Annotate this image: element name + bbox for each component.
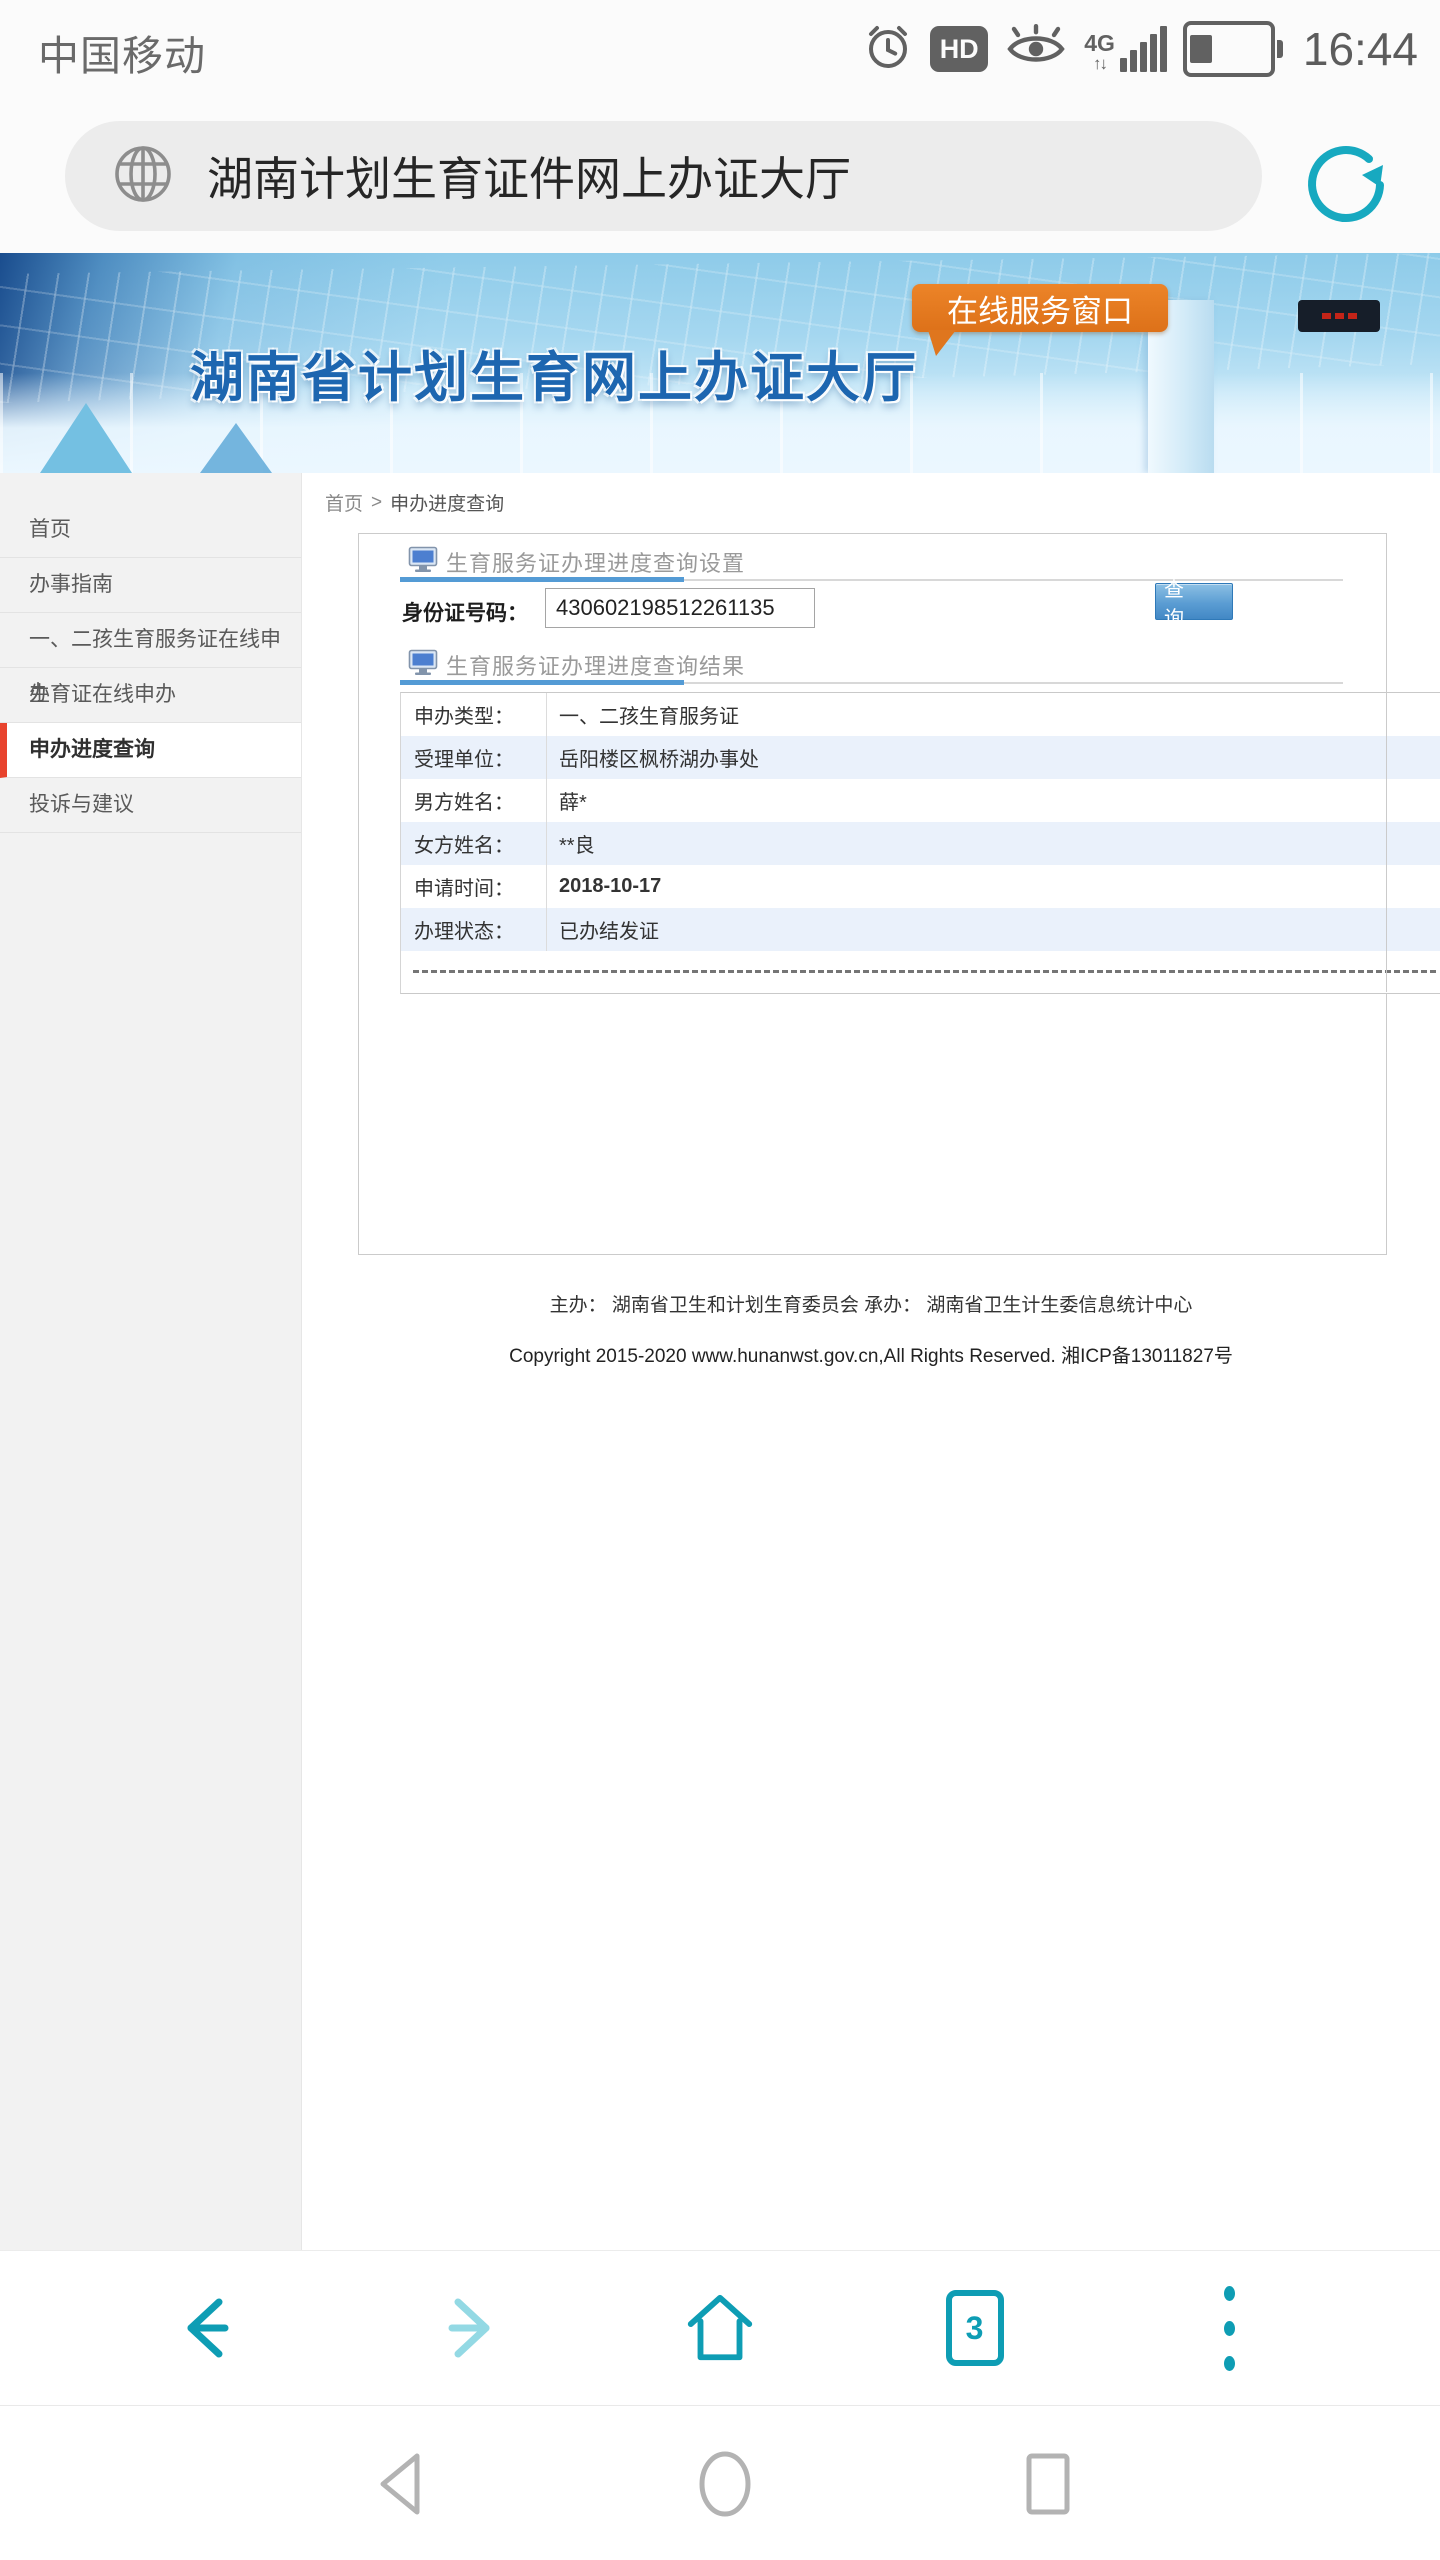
panel-right-edge	[1386, 692, 1387, 992]
row-value: 2018-10-17	[547, 875, 1440, 898]
query-results-header: 生育服务证办理进度查询结果	[408, 649, 745, 681]
browser-toolbar: 3	[0, 2250, 1440, 2405]
row-label: 申请时间：	[401, 865, 547, 908]
table-row: 申办类型： 一、二孩生育服务证	[401, 693, 1440, 736]
sidebar-item-complaints[interactable]: 投诉与建议	[0, 778, 301, 833]
banner-led-sign	[1298, 300, 1380, 332]
breadcrumb-current: 申办进度查询	[390, 489, 504, 516]
id-number-label: 身份证号码：	[402, 597, 528, 627]
row-label: 申办类型：	[401, 693, 547, 736]
query-results-title: 生育服务证办理进度查询结果	[446, 649, 745, 681]
monitor-icon	[408, 649, 438, 681]
row-value: 已办结发证	[547, 915, 1440, 944]
sidebar-item-guide[interactable]: 办事指南	[0, 558, 301, 613]
carrier-label: 中国移动	[38, 22, 206, 82]
banner-triangle	[200, 423, 272, 473]
url-text: 湖南计划生育证件网上办证大厅	[207, 143, 851, 209]
alarm-icon	[862, 21, 914, 78]
signal-icon: 4G ↑↓	[1084, 26, 1167, 72]
footer-organizer: 主办： 湖南省卫生和计划生育委员会 承办： 湖南省卫生计生委信息统计中心	[302, 1290, 1440, 1317]
nav-home-button[interactable]	[685, 2444, 765, 2524]
nav-back-button[interactable]	[363, 2444, 443, 2524]
footer-copyright: Copyright 2015-2020 www.hunanwst.gov.cn,…	[302, 1341, 1440, 1368]
sidebar-item-birth-cert-apply[interactable]: 生育证在线申办	[0, 668, 301, 723]
hd-icon: HD	[930, 26, 988, 72]
status-time: 16:44	[1303, 22, 1418, 76]
badge-tail	[928, 330, 956, 356]
menu-icon	[1224, 2286, 1235, 2371]
battery-icon	[1183, 21, 1283, 77]
row-label: 女方姓名：	[401, 822, 547, 865]
url-bar[interactable]: 湖南计划生育证件网上办证大厅	[65, 121, 1262, 231]
row-value: **良	[547, 829, 1440, 858]
banner-title: 湖南省计划生育网上办证大厅	[190, 333, 918, 412]
row-label: 办理状态：	[401, 908, 547, 951]
row-label: 男方姓名：	[401, 779, 547, 822]
results-table: 申办类型： 一、二孩生育服务证 受理单位： 岳阳楼区枫桥湖办事处 男方姓名： 薛…	[400, 692, 1440, 994]
page-footer: 主办： 湖南省卫生和计划生育委员会 承办： 湖南省卫生计生委信息统计中心 Cop…	[302, 1290, 1440, 1368]
dashed-separator	[413, 970, 1436, 973]
table-row: 男方姓名： 薛*	[401, 779, 1440, 822]
table-row: 受理单位： 岳阳楼区枫桥湖办事处	[401, 736, 1440, 779]
row-label: 受理单位：	[401, 736, 547, 779]
nav-recents-button[interactable]	[1008, 2444, 1088, 2524]
table-row: 办理状态： 已办结发证	[401, 908, 1440, 951]
back-button[interactable]	[172, 2289, 250, 2367]
query-settings-title: 生育服务证办理进度查询设置	[446, 546, 745, 578]
row-value: 薛*	[547, 786, 1440, 815]
breadcrumb: 首页 > 申办进度查询	[325, 489, 504, 516]
menu-button[interactable]	[1190, 2289, 1268, 2367]
section-divider-accent	[400, 577, 684, 582]
banner-triangle	[40, 403, 132, 473]
online-service-badge: 在线服务窗口	[912, 284, 1168, 332]
table-row: 女方姓名： **良	[401, 822, 1440, 865]
system-navbar	[0, 2405, 1440, 2560]
query-button[interactable]: 查 询	[1155, 583, 1233, 620]
breadcrumb-separator: >	[371, 492, 382, 514]
tab-count: 3	[946, 2290, 1004, 2366]
eye-icon	[1004, 21, 1068, 78]
row-value: 一、二孩生育服务证	[547, 700, 1440, 729]
refresh-icon[interactable]	[1303, 141, 1391, 229]
status-icons: HD 4G ↑↓ 16:44	[862, 0, 1418, 98]
row-value: 岳阳楼区枫桥湖办事处	[547, 743, 1440, 772]
sidebar-item-progress-query[interactable]: 申办进度查询	[0, 723, 301, 778]
section-divider-accent	[400, 680, 684, 685]
tabs-button[interactable]: 3	[936, 2289, 1014, 2367]
id-number-input[interactable]	[545, 588, 815, 628]
sidebar-item-home[interactable]: 首页	[0, 503, 301, 558]
sidebar-item-service-cert-apply[interactable]: 一、二孩生育服务证在线申办	[0, 613, 301, 668]
dashed-separator-zone	[401, 951, 1440, 993]
table-row: 申请时间： 2018-10-17	[401, 865, 1440, 908]
monitor-icon	[408, 546, 438, 578]
home-button[interactable]	[681, 2289, 759, 2367]
forward-button[interactable]	[427, 2289, 505, 2367]
sidebar-menu: 首页 办事指南 一、二孩生育服务证在线申办 生育证在线申办 申办进度查询 投诉与…	[0, 473, 302, 2250]
query-settings-header: 生育服务证办理进度查询设置	[408, 546, 745, 578]
globe-icon	[111, 142, 175, 211]
breadcrumb-home[interactable]: 首页	[325, 489, 363, 516]
